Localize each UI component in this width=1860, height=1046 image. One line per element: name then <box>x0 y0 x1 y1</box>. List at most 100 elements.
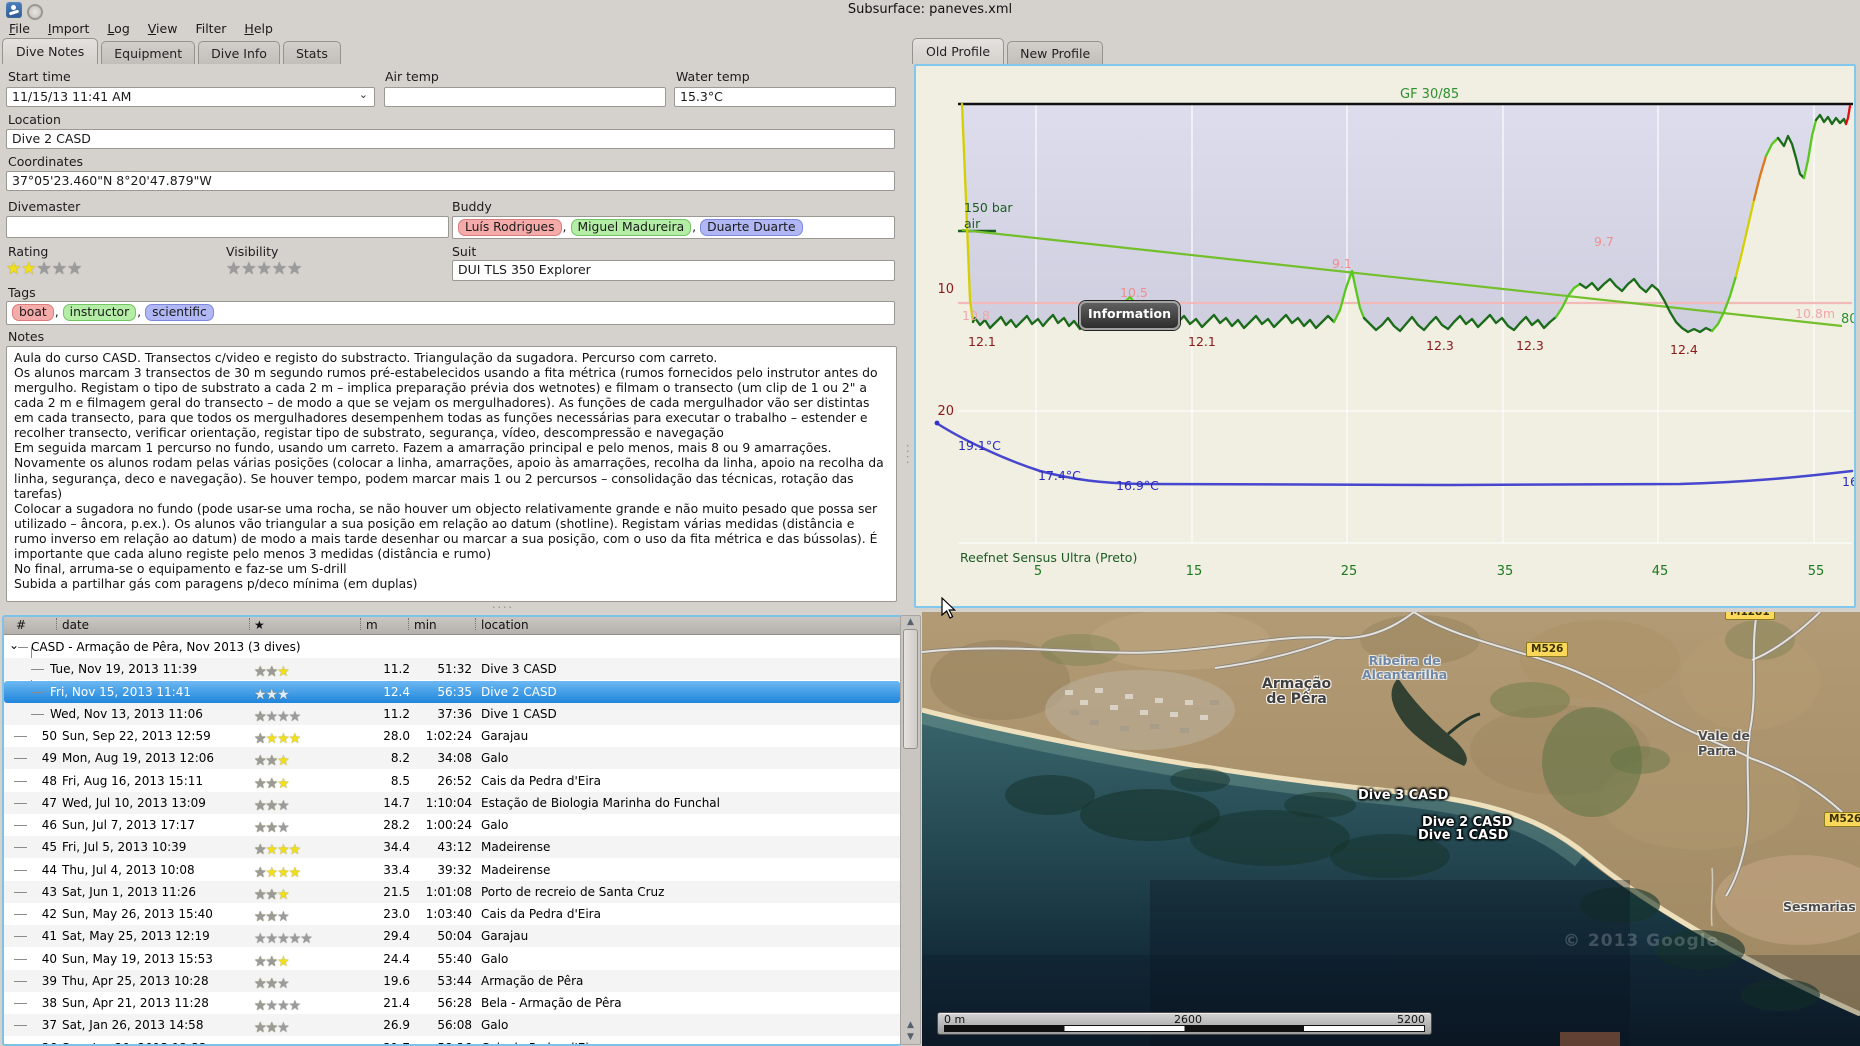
pill-boat[interactable]: boat <box>12 304 54 321</box>
buddy-field[interactable]: Luís Rodrigues, Miguel Madureira, Duarte D… <box>452 216 895 239</box>
temp-label: 16. <box>1842 474 1854 489</box>
visibility-label: Visibility <box>226 244 279 259</box>
col-duration[interactable]: min <box>414 618 437 632</box>
dive-location: Porto de recreio de Santa Cruz <box>481 884 665 899</box>
menu-bar: File Import Log View Filter Help <box>0 20 1860 38</box>
horizontal-splitter-handle[interactable]: ···· <box>492 601 514 614</box>
road-shield: M1281 <box>1725 612 1775 620</box>
dive-date: Sun, May 26, 2013 15:40 <box>62 907 213 921</box>
table-row[interactable]: 37 Sat, Jan 26, 2013 14:58 ★★ ★★★ 26.9 56:08 G… <box>4 1014 900 1037</box>
table-row[interactable]: 39 Thu, Apr 25, 2013 10:28 ★★ ★★★ 19.6 53:44 A… <box>4 969 900 992</box>
table-row[interactable]: Fri, Nov 15, 2013 11:41 ★★ ★★★ 12.4 56:35 Div… <box>4 680 900 703</box>
table-row[interactable]: Wed, Nov 13, 2013 11:06 ★ ★★★★ 11.2 37:36 Div… <box>4 702 900 725</box>
menu-item-import[interactable]: Import <box>39 20 99 38</box>
dive-depth: 28.2 <box>383 818 410 832</box>
tab-equipment[interactable]: Equipment <box>101 41 196 64</box>
start-time-combobox[interactable]: 11/15/13 11:41 AM ⌄ <box>6 87 375 107</box>
dive-number: 37 <box>41 1018 57 1033</box>
table-row[interactable]: 50 Sun, Sep 22, 2013 12:59 ★★★★ ★ 28.0 1:02:2… <box>4 725 900 747</box>
table-row[interactable]: 42 Sun, May 26, 2013 15:40 ★★ ★★★ 23.0 1:03:4… <box>4 903 900 925</box>
col-rating[interactable]: ★ <box>254 618 265 632</box>
table-row[interactable]: 46 Sun, Jul 7, 2013 17:17 ★★ ★★★ 28.2 1:00:24… <box>4 814 900 836</box>
visibility-stars[interactable]: ★★★★★ <box>226 261 302 278</box>
menu-item-file[interactable]: File <box>0 20 39 38</box>
dive-site-marker-label[interactable]: Dive 1 CASD <box>1418 828 1508 843</box>
pill-miguel-madureira[interactable]: Miguel Madureira <box>570 219 692 236</box>
pill-scientific[interactable]: scientific <box>145 304 214 321</box>
col-number[interactable]: # <box>16 618 26 632</box>
table-row[interactable]: 43 Sat, Jun 1, 2013 11:26 ★★★ ★★ 21.5 1:01:08… <box>4 880 900 903</box>
menu-item-help[interactable]: Help <box>235 20 282 38</box>
temp-label: 16.9°C <box>1116 478 1159 493</box>
scrollbar-thumb[interactable] <box>903 629 918 749</box>
table-row[interactable]: Tue, Nov 19, 2013 11:39 ★★★ ★★ 11.2 51:32 Div… <box>4 658 900 681</box>
pill-duarte-duarte[interactable]: Duarte Duarte <box>700 219 803 236</box>
dive-location: Dive 3 CASD <box>481 662 557 677</box>
dive-duration: 39:32 <box>437 862 472 877</box>
suit-field[interactable]: DUI TLS 350 Explorer <box>452 260 895 281</box>
air-temp-field[interactable] <box>384 87 666 107</box>
collapse-arrow-icon[interactable]: ⌄ <box>9 638 19 652</box>
water-temp-field[interactable]: 15.3°C <box>674 87 896 107</box>
table-row[interactable]: 41 Sat, May 25, 2013 12:19 ★★★★★ 29.4 50:04 G… <box>4 925 900 948</box>
dive-list-scrollbar[interactable]: ▲ ▲ ▼ <box>900 615 921 1045</box>
star-empty-icon: ★★★ <box>254 909 290 925</box>
pill-luís-rodrigues[interactable]: Luís Rodrigues <box>458 219 562 236</box>
dive-list-header[interactable]: # date ★ m min location <box>4 617 900 635</box>
scroll-up-icon[interactable]: ▲ <box>901 617 920 628</box>
tab-dive-notes[interactable]: Dive Notes <box>2 38 99 64</box>
table-row[interactable]: 48 Fri, Aug 16, 2013 15:11 ★★★ ★★ 8.5 26:52 Ca… <box>4 770 900 792</box>
dive-duration: 55:40 <box>437 951 472 966</box>
menu-item-view[interactable]: View <box>139 20 187 38</box>
dive-date: Sat, May 25, 2013 12:19 <box>62 929 210 944</box>
notes-textarea[interactable]: Aula do curso CASD. Transectos c/video e… <box>6 346 897 602</box>
left-tab-bar: Dive Notes Equipment Dive Info Stats <box>2 38 344 64</box>
table-row[interactable]: 40 Sun, May 19, 2013 15:53 ★★★ ★★ 24.4 55:40 G… <box>4 948 900 970</box>
divemaster-field[interactable] <box>6 216 449 238</box>
col-date[interactable]: date <box>62 618 89 632</box>
tab-stats[interactable]: Stats <box>282 41 341 64</box>
tab-new-profile[interactable]: New Profile <box>1007 41 1104 64</box>
dive-depth: 33.4 <box>383 862 410 877</box>
table-row[interactable]: 38 Sun, Apr 21, 2013 11:28 ★ ★★★★ 21.4 56:28 B… <box>4 992 900 1014</box>
map-place-label: Vale de Parra <box>1698 728 1750 758</box>
max-depth-label: 12.3 <box>1516 338 1544 353</box>
location-label: Location <box>8 112 61 127</box>
pill-instructor[interactable]: instructor <box>62 304 137 321</box>
table-row[interactable]: 49 Mon, Aug 19, 2013 12:06 ★★★ ★★ 8.2 34:08 Ga… <box>4 747 900 770</box>
dive-site-map[interactable]: Armação de Pêra Ribeira de Alcantarilha Di… <box>922 612 1860 1046</box>
table-row[interactable]: 36Sun, Jan 20, 2013 12:33★★★★★21.758:36C… <box>4 1037 900 1045</box>
max-depth-label: 12.1 <box>968 334 996 349</box>
tags-field[interactable]: boat, instructor, scientific <box>6 301 895 325</box>
dive-duration: 56:08 <box>437 1018 472 1033</box>
col-depth[interactable]: m <box>366 618 378 632</box>
menu-item-log[interactable]: Log <box>98 20 138 38</box>
table-row[interactable]: 47 Wed, Jul 10, 2013 13:09 ★★ ★★★ 14.7 1:10:0… <box>4 791 900 814</box>
dive-group-row[interactable]: ⌄ CASD - Armação de Pêra, Nov 2013 (3 div… <box>4 636 900 658</box>
dive-location: Bela - Armação de Pêra <box>481 996 622 1010</box>
table-row[interactable]: 45 Fri, Jul 5, 2013 10:39 ★★★★ ★ 34.4 43:12 Ma… <box>4 836 900 859</box>
dive-date: Sun, Jan 20, 2013 12:33 <box>62 1041 207 1045</box>
dive-date: Tue, Nov 19, 2013 11:39 <box>50 662 198 677</box>
table-row[interactable]: 44 Thu, Jul 4, 2013 10:08 ★★★★ ★ 33.4 39:32 Ma… <box>4 859 900 881</box>
vertical-splitter-handle[interactable]: ···· <box>901 444 914 466</box>
dive-date: Mon, Aug 19, 2013 12:06 <box>62 751 215 766</box>
scroll-down-icon[interactable]: ▼ <box>901 1032 920 1043</box>
location-field[interactable]: Dive 2 CASD <box>6 129 895 149</box>
coordinates-field[interactable]: 37°05'23.460"N 8°20'47.879"W <box>6 171 895 191</box>
col-location[interactable]: location <box>481 618 529 632</box>
dive-site-marker-label[interactable]: Dive 3 CASD <box>1358 788 1448 803</box>
chevron-down-icon[interactable]: ⌄ <box>359 88 368 101</box>
subsurface-app-icon <box>6 2 22 18</box>
scale-bar-segments <box>944 1025 1425 1032</box>
information-button[interactable]: Information <box>1079 301 1180 330</box>
menu-item-filter[interactable]: Filter <box>186 20 235 38</box>
dive-depth: 28.0 <box>383 729 410 743</box>
tab-dive-info[interactable]: Dive Info <box>198 41 280 64</box>
rating-stars[interactable]: ★★★★★ <box>6 261 82 278</box>
star-empty-icon: ★★★ <box>254 820 290 836</box>
dive-depth: 34.4 <box>383 840 410 855</box>
tab-old-profile[interactable]: Old Profile <box>912 38 1005 64</box>
scroll-up-icon[interactable]: ▲ <box>901 1020 920 1031</box>
dive-location: Cais da Pedra d'Eira <box>481 1041 601 1045</box>
